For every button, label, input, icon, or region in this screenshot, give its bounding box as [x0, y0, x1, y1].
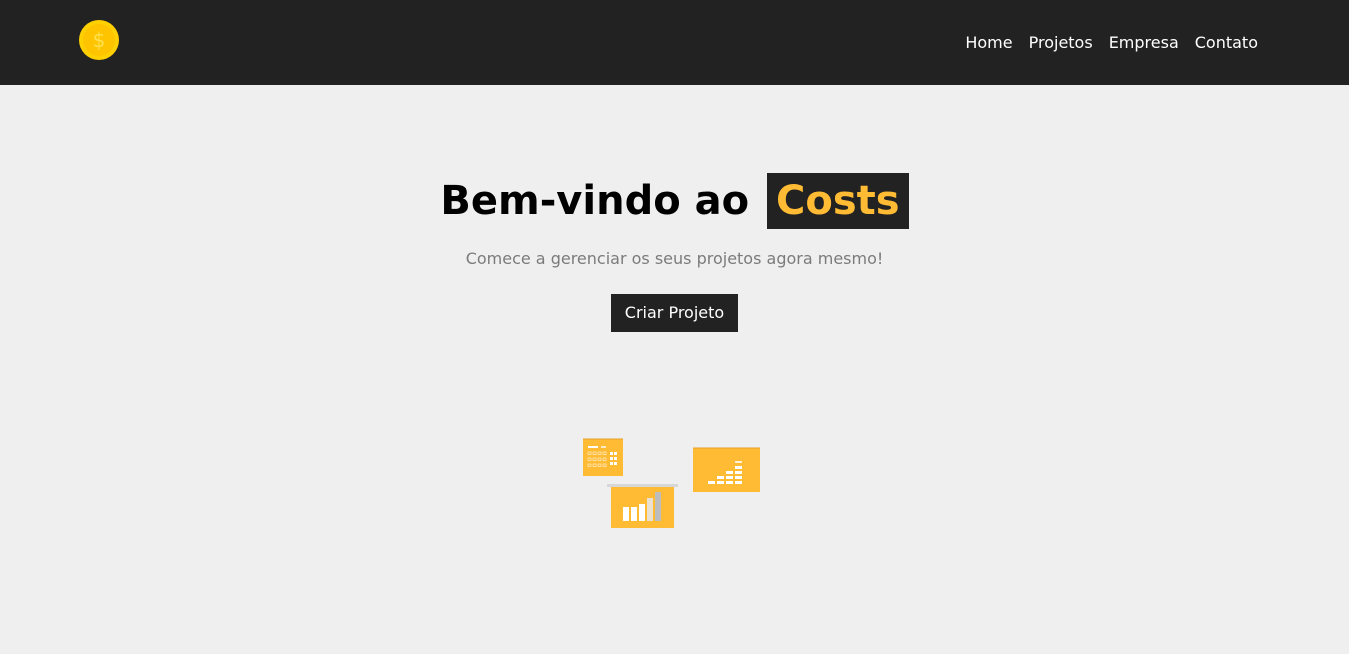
nav-link-empresa[interactable]: Empresa [1109, 33, 1179, 52]
nav-link-home[interactable]: Home [965, 33, 1012, 52]
nav-item-home: Home [965, 31, 1012, 55]
navbar: $ Home Projetos Empresa Contato [0, 0, 1349, 85]
savings-charts-illustration [583, 438, 760, 528]
brand-highlight: Costs [767, 173, 909, 229]
nav-menu: Home Projetos Empresa Contato [965, 31, 1258, 55]
nav-item-empresa: Empresa [1109, 31, 1179, 55]
nav-link-projetos[interactable]: Projetos [1029, 33, 1093, 52]
hero-subtitle: Comece a gerenciar os seus projetos agor… [465, 249, 884, 268]
svg-text:$: $ [93, 28, 106, 52]
nav-item-contato: Contato [1195, 31, 1258, 55]
dollar-coin-icon[interactable]: $ [79, 20, 119, 60]
nav-link-contato[interactable]: Contato [1195, 33, 1258, 52]
nav-item-projetos: Projetos [1029, 31, 1093, 55]
hero-title: Bem-vindo ao Costs [0, 173, 1349, 229]
create-project-button[interactable]: Criar Projeto [611, 294, 738, 332]
hero-title-prefix: Bem-vindo ao [440, 178, 750, 224]
hero-section: Bem-vindo ao Costs Comece a gerenciar os… [0, 85, 1349, 654]
